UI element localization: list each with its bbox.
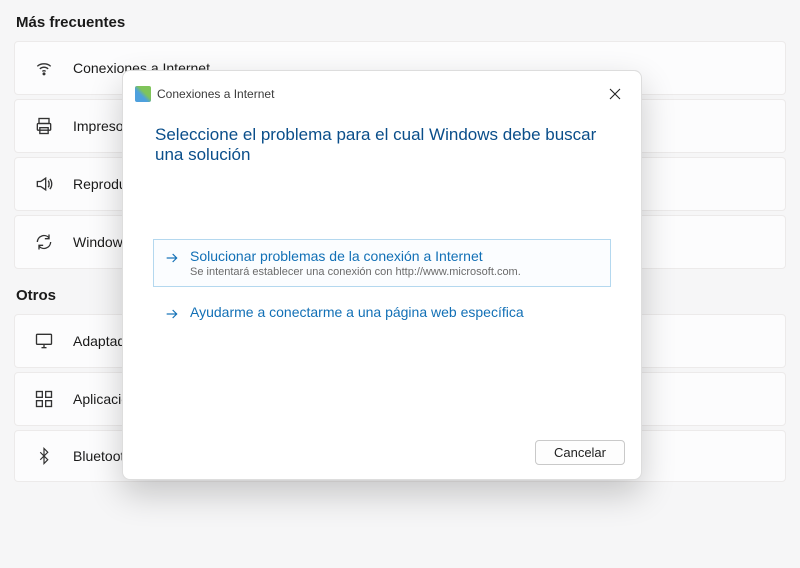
- monitor-icon: [33, 331, 55, 351]
- wifi-icon: [33, 58, 55, 78]
- option-subtitle: Se intentará establecer una conexión con…: [190, 266, 521, 278]
- close-button[interactable]: [599, 81, 631, 107]
- cancel-button[interactable]: Cancelar: [535, 440, 625, 465]
- section-title-frequent: Más frecuentes: [14, 8, 786, 41]
- close-icon: [609, 88, 621, 100]
- option-text: Ayudarme a conectarme a una página web e…: [190, 304, 524, 321]
- dialog-body: Seleccione el problema para el cual Wind…: [123, 107, 641, 430]
- arrow-icon: [164, 306, 182, 325]
- option-connect-specific-page[interactable]: Ayudarme a conectarme a una página web e…: [153, 295, 611, 334]
- dialog-heading: Seleccione el problema para el cual Wind…: [153, 125, 611, 165]
- dialog-header: Conexiones a Internet: [123, 71, 641, 107]
- option-troubleshoot-internet[interactable]: Solucionar problemas de la conexión a In…: [153, 239, 611, 287]
- option-text: Solucionar problemas de la conexión a In…: [190, 248, 521, 278]
- dialog-app-icon: [135, 86, 151, 102]
- apps-icon: [33, 389, 55, 409]
- bluetooth-icon: [33, 447, 55, 465]
- printer-icon: [33, 116, 55, 136]
- refresh-icon: [33, 232, 55, 252]
- option-title: Solucionar problemas de la conexión a In…: [190, 248, 521, 265]
- option-title: Ayudarme a conectarme a una página web e…: [190, 304, 524, 321]
- troubleshooter-dialog: Conexiones a Internet Seleccione el prob…: [122, 70, 642, 480]
- dialog-title: Conexiones a Internet: [157, 87, 599, 101]
- sound-icon: [33, 174, 55, 194]
- dialog-footer: Cancelar: [123, 430, 641, 479]
- arrow-icon: [164, 250, 182, 269]
